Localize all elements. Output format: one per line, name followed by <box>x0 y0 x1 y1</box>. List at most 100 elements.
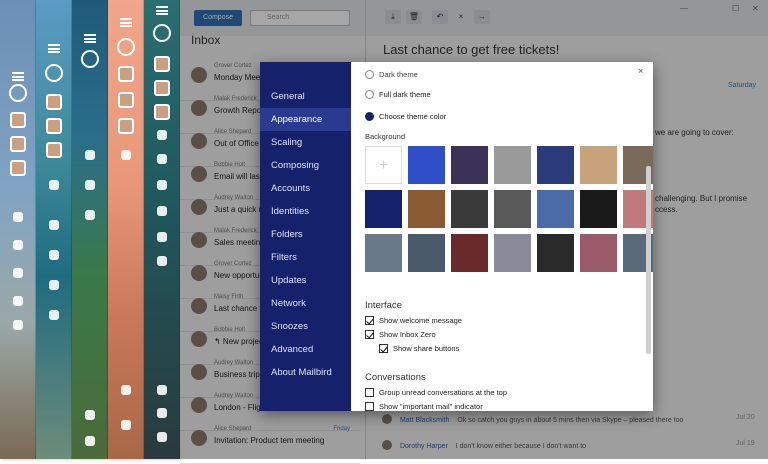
settings-nav-network[interactable]: Network <box>260 292 351 315</box>
full-dark-theme-label: Full dark theme <box>379 90 431 99</box>
show-welcome-message-checkbox[interactable]: Show welcome message <box>365 316 462 325</box>
archive-icon <box>48 280 59 290</box>
avatar <box>117 118 134 134</box>
choose-theme-color-option[interactable]: Choose theme color <box>365 112 446 121</box>
accounts-icon <box>152 24 171 42</box>
background-thumbnail[interactable] <box>451 234 488 272</box>
avatar <box>153 56 170 72</box>
slack-icon <box>84 436 95 446</box>
avatar <box>45 118 62 134</box>
accounts-icon <box>44 64 63 82</box>
interface-label: Interface <box>365 300 402 311</box>
background-thumbnail[interactable] <box>451 146 488 184</box>
checkbox-label: Group unread conversations at the top <box>379 388 507 397</box>
radio-selected-icon <box>365 112 374 121</box>
avatar <box>45 142 62 158</box>
folder-icon <box>12 320 23 330</box>
theme-strip-statue <box>0 0 36 459</box>
show-share-buttons-checkbox[interactable]: Show share buttons <box>379 344 459 353</box>
settings-nav-updates[interactable]: Updates <box>260 269 351 292</box>
settings-nav-appearance[interactable]: Appearance <box>260 108 351 131</box>
inbox-icon <box>48 180 59 190</box>
radio-icon <box>365 70 374 79</box>
checkbox-label: Show welcome message <box>379 316 462 325</box>
background-thumbnail[interactable] <box>408 146 445 184</box>
theme-strip-leaves <box>72 0 108 459</box>
background-thumbnail[interactable] <box>451 190 488 228</box>
folder-icon <box>156 256 167 266</box>
star-icon <box>84 180 95 190</box>
avatar <box>9 112 26 128</box>
settings-nav-filters[interactable]: Filters <box>260 246 351 269</box>
menu-icon <box>155 6 168 15</box>
background-thumbnail[interactable] <box>537 234 574 272</box>
add-icon: + <box>378 157 389 174</box>
accounts-icon <box>80 50 99 68</box>
background-thumbnail[interactable] <box>365 234 402 272</box>
background-thumbnail[interactable] <box>580 190 617 228</box>
settings-nav-composing[interactable]: Composing <box>260 154 351 177</box>
background-thumbnail[interactable] <box>494 234 531 272</box>
archive-icon <box>12 296 23 306</box>
background-label: Background <box>365 132 406 141</box>
settings-nav-advanced[interactable]: Advanced <box>260 338 351 361</box>
settings-nav-accounts[interactable]: Accounts <box>260 177 351 200</box>
background-thumbnail[interactable] <box>408 234 445 272</box>
accounts-icon <box>116 38 135 56</box>
star-icon <box>48 220 59 230</box>
slack-icon <box>156 408 167 418</box>
theme-strip-coral <box>108 0 144 459</box>
avatar <box>153 104 170 120</box>
choose-theme-color-label: Choose theme color <box>379 112 447 121</box>
menu-icon <box>119 18 132 27</box>
document-icon <box>84 410 95 420</box>
background-thumbnail[interactable] <box>537 190 574 228</box>
document-icon <box>156 385 167 395</box>
settings-nav-identities[interactable]: Identities <box>260 200 351 223</box>
conversations-label: Conversations <box>365 372 426 383</box>
background-thumbnail[interactable] <box>494 190 531 228</box>
close-icon[interactable]: × <box>638 66 643 76</box>
settings-content: × Dark theme Full dark theme Choose them… <box>351 62 653 411</box>
background-thumbnail[interactable] <box>537 146 574 184</box>
send-icon <box>156 206 167 216</box>
document-icon <box>120 385 131 395</box>
accounts-icon <box>8 84 27 102</box>
avatar <box>117 92 134 108</box>
background-thumbnail[interactable] <box>580 234 617 272</box>
send-icon <box>12 268 23 278</box>
scrollbar[interactable] <box>646 166 651 354</box>
background-thumbnail[interactable] <box>580 146 617 184</box>
badge-icon <box>84 210 95 220</box>
badge-icon <box>12 240 23 250</box>
menu-icon <box>11 72 24 81</box>
full-dark-theme-option[interactable]: Full dark theme <box>365 90 431 99</box>
show-inbox-zero-checkbox[interactable]: Show Inbox Zero <box>365 330 436 339</box>
settings-nav-snoozes[interactable]: Snoozes <box>260 315 351 338</box>
checkbox-checked-icon <box>379 344 388 353</box>
archive-icon <box>156 232 167 242</box>
settings-dialog: General Appearance Scaling Composing Account… <box>260 62 653 411</box>
checkbox-icon <box>365 388 374 397</box>
send-icon <box>48 250 59 260</box>
badge-icon <box>156 180 167 190</box>
settings-nav-folders[interactable]: Folders <box>260 223 351 246</box>
menu-icon <box>47 44 60 53</box>
background-thumbnail[interactable] <box>494 146 531 184</box>
important-mail-checkbox[interactable]: Show "important mail" indicator <box>365 402 483 411</box>
settings-nav-about-mailbird[interactable]: About Mailbird <box>260 361 351 384</box>
add-background-button[interactable]: + <box>365 146 402 184</box>
settings-nav-general[interactable]: General <box>260 85 351 108</box>
settings-nav-scaling[interactable]: Scaling <box>260 131 351 154</box>
radio-icon <box>365 90 374 99</box>
background-thumbnail[interactable] <box>365 190 402 228</box>
background-thumbnail[interactable] <box>408 190 445 228</box>
checkbox-checked-icon <box>365 330 374 339</box>
menu-icon <box>83 34 96 43</box>
theme-strip-teal <box>36 0 72 459</box>
group-unread-checkbox[interactable]: Group unread conversations at the top <box>365 388 507 397</box>
dark-theme-option[interactable]: Dark theme <box>365 70 418 79</box>
slack-icon <box>120 420 131 430</box>
avatar <box>117 66 134 82</box>
checkbox-label: Show "important mail" indicator <box>379 402 483 411</box>
